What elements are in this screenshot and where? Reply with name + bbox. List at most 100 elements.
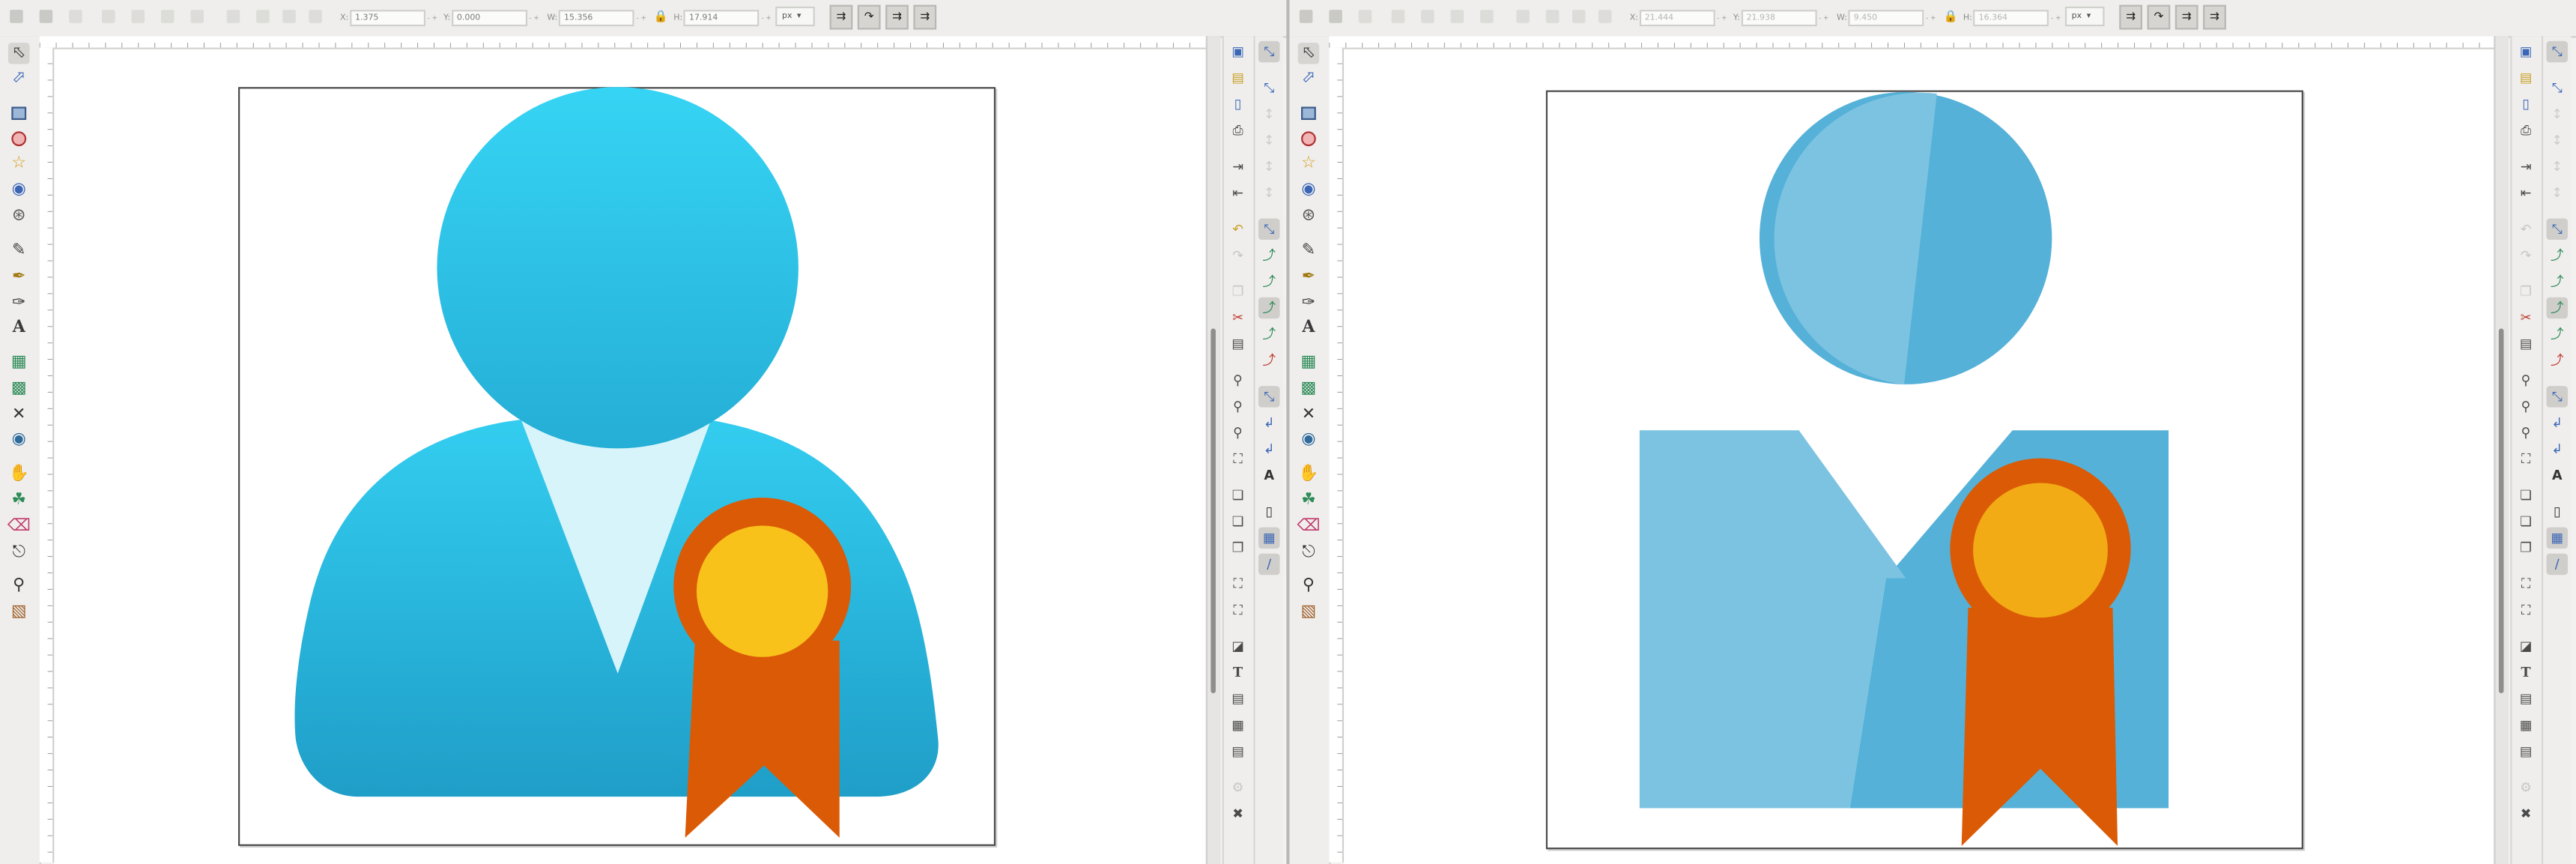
spray-icon[interactable]: ☘ <box>8 489 30 510</box>
print-icon[interactable]: ⎙ <box>2517 121 2535 139</box>
raise-to-top-icon[interactable] <box>1516 10 1530 23</box>
award-user-artwork-flat[interactable] <box>1344 49 2494 864</box>
select-all-icon[interactable] <box>10 10 23 23</box>
unlink-clone-icon[interactable]: ❒ <box>1229 539 1247 557</box>
rotate-ccw-icon[interactable] <box>1391 10 1405 23</box>
import-icon[interactable]: ⇥ <box>2517 157 2535 175</box>
snap-bbox-edge-icon[interactable]: ↕ <box>1258 103 1280 124</box>
open-icon[interactable]: ▤ <box>2517 69 2535 87</box>
scrollbar-thumb[interactable] <box>2498 328 2504 694</box>
export-icon[interactable]: ⇤ <box>1229 184 1247 202</box>
snap-center-bbox-icon[interactable]: ↕ <box>2547 182 2569 203</box>
zoom-drawing-icon[interactable]: ⚲ <box>2517 397 2535 415</box>
unit-select[interactable]: px ▾ <box>775 6 815 27</box>
xml-editor-icon[interactable]: ▦ <box>1229 716 1247 734</box>
group-icon[interactable]: ⛶ <box>2517 575 2535 593</box>
cut-icon[interactable]: ✂ <box>1229 309 1247 327</box>
spiral-icon[interactable]: ⊛ <box>1298 205 1320 226</box>
y-input[interactable]: 0.000 <box>452 9 528 25</box>
x-input[interactable]: 1.375 <box>350 9 426 25</box>
w-input[interactable]: 15.356 <box>559 9 635 25</box>
save-icon[interactable]: ▯ <box>1229 95 1247 113</box>
rotate-ccw-icon[interactable] <box>101 10 115 23</box>
new-icon[interactable]: ▣ <box>1229 43 1247 61</box>
paste-icon[interactable]: ▤ <box>2517 335 2535 353</box>
import-icon[interactable]: ⇥ <box>1229 157 1247 175</box>
snap-path-intersection-icon[interactable]: ⤴ <box>2547 271 2569 292</box>
snap-center-icon[interactable]: ⤡ <box>1258 386 1280 408</box>
group-icon[interactable]: ⛶ <box>1229 575 1247 593</box>
snap-enable-icon[interactable]: ⤡ <box>2546 40 2569 63</box>
snap-bbox-icon[interactable]: ⤡ <box>2547 77 2569 98</box>
duplicate-icon[interactable]: ❏ <box>2517 486 2535 504</box>
snap-bbox-corner-icon[interactable]: ↕ <box>1258 130 1280 151</box>
text-font-icon[interactable]: T <box>1229 664 1247 682</box>
horizontal-ruler[interactable] <box>1329 36 2496 49</box>
calligraphy-icon[interactable]: ✑ <box>1298 292 1320 313</box>
deselect-icon[interactable] <box>1358 10 1372 23</box>
text-icon[interactable]: A <box>8 317 30 338</box>
zoom-icon[interactable]: ⚲ <box>8 575 30 596</box>
copy-icon[interactable]: ❐ <box>2517 283 2535 300</box>
award-user-artwork-gradient[interactable] <box>54 49 1205 864</box>
select-all-layers-icon[interactable] <box>39 10 53 23</box>
lock-icon[interactable]: 🔒 <box>1944 10 1958 23</box>
snap-smooth-icon[interactable]: ⤴ <box>1258 324 1280 345</box>
gradient-icon[interactable]: ▦ <box>8 351 30 372</box>
selector-icon[interactable]: ⬁ <box>7 42 30 64</box>
vertical-ruler[interactable] <box>1329 47 1345 863</box>
node-icon[interactable]: ⬀ <box>1298 67 1320 88</box>
snap-bbox-edge-icon[interactable]: ↕ <box>2547 103 2569 124</box>
clone-icon[interactable]: ❑ <box>2517 513 2535 531</box>
zoom-width-icon[interactable]: ⛶ <box>2517 450 2535 468</box>
spray-icon[interactable]: ☘ <box>1298 489 1320 510</box>
ungroup-icon[interactable]: ⛶ <box>1229 601 1247 619</box>
snap-page-icon[interactable]: ▯ <box>1258 501 1280 522</box>
move-patterns-toggle[interactable]: ⇉ <box>913 4 937 30</box>
preferences-icon[interactable]: ⚙ <box>1229 779 1247 797</box>
vertical-scrollbar[interactable] <box>1205 36 1221 864</box>
snap-guide-icon[interactable]: ∕ <box>2546 553 2569 576</box>
zoom-drawing-icon[interactable]: ⚲ <box>1229 397 1247 415</box>
ellipse-icon[interactable] <box>1298 128 1320 149</box>
unlink-clone-icon[interactable]: ❒ <box>2517 539 2535 557</box>
zoom-page-icon[interactable]: ⚲ <box>1229 424 1247 442</box>
rect-icon[interactable] <box>1298 102 1320 123</box>
snap-rotation-center-icon[interactable]: ↲ <box>2547 438 2569 459</box>
scale-corners-toggle[interactable]: ↷ <box>857 4 881 30</box>
xml-editor-icon[interactable]: ▦ <box>2517 716 2535 734</box>
zoom-page-icon[interactable]: ⚲ <box>2517 424 2535 442</box>
deselect-icon[interactable] <box>69 10 82 23</box>
scale-stroke-toggle[interactable]: ⇉ <box>829 4 853 30</box>
node-icon[interactable]: ⬀ <box>8 67 30 88</box>
raise-to-top-icon[interactable] <box>226 10 240 23</box>
y-spinner[interactable]: - + <box>1819 13 1828 22</box>
new-icon[interactable]: ▣ <box>2517 43 2535 61</box>
snap-nodes-icon[interactable]: ⤡ <box>1258 218 1280 241</box>
snap-grid-icon[interactable]: ▦ <box>2546 527 2569 549</box>
print-icon[interactable]: ⎙ <box>1229 121 1247 139</box>
dropper-icon[interactable]: ✕ <box>8 404 30 425</box>
align-icon[interactable]: ▤ <box>2517 743 2535 761</box>
paste-icon[interactable]: ▤ <box>1229 335 1247 353</box>
zoom-selection-icon[interactable]: ⚲ <box>2517 371 2535 389</box>
snap-midpoint-bbox-icon[interactable]: ↕ <box>2547 156 2569 177</box>
snap-cusp-icon[interactable]: ⤴ <box>2546 297 2569 319</box>
h-input[interactable]: 16.364 <box>1974 9 2049 25</box>
flat-head[interactable] <box>1759 91 2052 384</box>
flip-horizontal-icon[interactable] <box>1450 10 1464 23</box>
transform-icon[interactable]: ✖ <box>2517 805 2535 823</box>
snap-smooth-icon[interactable]: ⤴ <box>2547 324 2569 345</box>
h-spinner[interactable]: - + <box>2051 13 2061 22</box>
duplicate-icon[interactable]: ❏ <box>1229 486 1247 504</box>
preferences-icon[interactable]: ⚙ <box>2517 779 2535 797</box>
selector-icon[interactable]: ⬁ <box>1297 42 1320 64</box>
copy-icon[interactable]: ❐ <box>1229 283 1247 300</box>
star-icon[interactable]: ☆ <box>1298 153 1320 174</box>
snap-midpoint-icon[interactable]: ⤴ <box>1258 350 1280 371</box>
horizontal-ruler[interactable] <box>39 36 1206 49</box>
fill-stroke-icon[interactable]: ◪ <box>1229 638 1247 656</box>
move-gradients-toggle[interactable]: ⇉ <box>885 4 909 30</box>
snap-center-bbox-icon[interactable]: ↕ <box>1258 182 1280 203</box>
snap-midpoint-bbox-icon[interactable]: ↕ <box>1258 156 1280 177</box>
